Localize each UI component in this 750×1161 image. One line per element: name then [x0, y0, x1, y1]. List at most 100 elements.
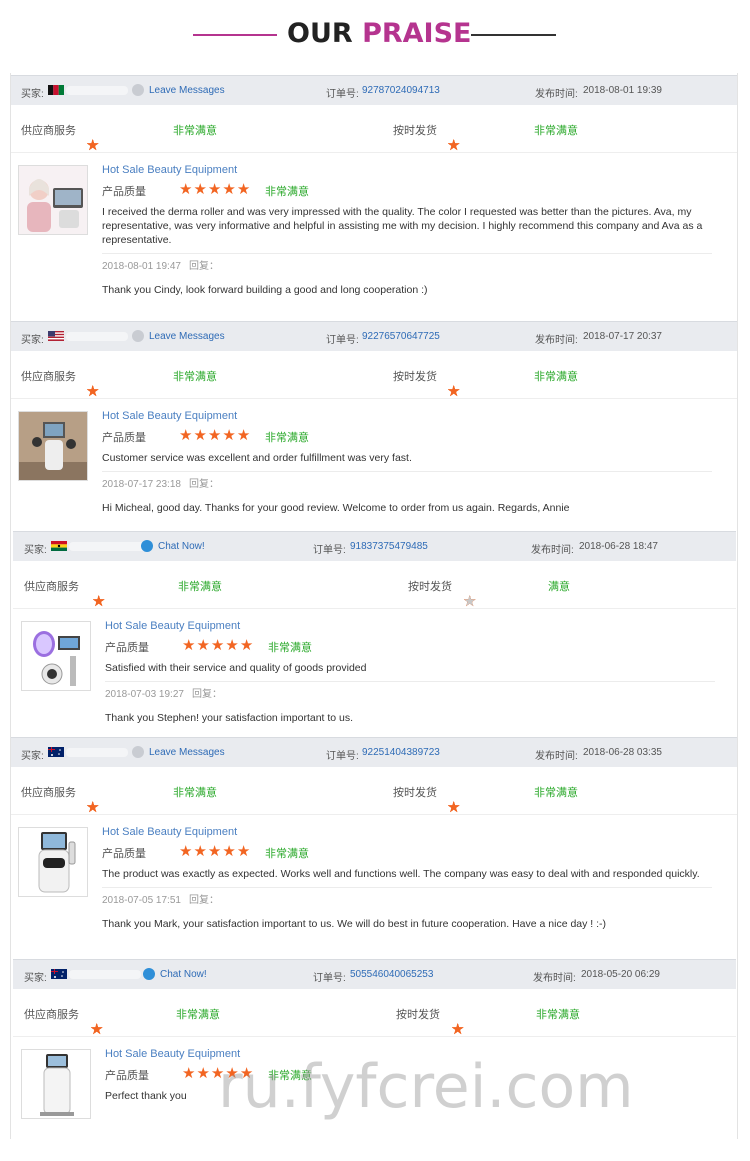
product-image-tower-machine-icon: [22, 1050, 90, 1118]
supplier-rating-text: 非常满意: [173, 371, 217, 383]
review-comment: The product was exactly as expected. Wor…: [102, 868, 700, 880]
star-filled-icon: ★: [182, 1065, 197, 1082]
leave-messages-link[interactable]: Leave Messages: [149, 85, 225, 96]
review-content: Hot Sale Beauty Equipment 产品质量 ★★★★★ 非常满…: [102, 163, 712, 297]
delivery-rating-text: 非常满意: [534, 125, 578, 137]
quality-rating-stars: ★★★★★: [179, 843, 251, 860]
review-scores: 供应商服务 ★ ★ ★ ★ ★ 非常满意 按时发货 ★ ★ ★ ★ ★ 非常满意: [10, 767, 738, 816]
supplier-service-label: 供应商服务: [24, 581, 79, 593]
delivery-label: 按时发货: [393, 125, 437, 137]
review-content: Hot Sale Beauty Equipment 产品质量 ★★★★★ 非常满…: [102, 409, 712, 515]
product-thumbnail[interactable]: [18, 827, 88, 897]
buyer-label: 买家:: [24, 973, 47, 984]
buyer-name-masked: [69, 970, 141, 979]
divider: [102, 253, 712, 254]
message-icon[interactable]: [132, 84, 144, 96]
order-number-link[interactable]: 92276570647725: [362, 331, 440, 342]
ghana-flag-icon: [51, 541, 67, 551]
seller-reply: Thank you Stephen! your satisfaction imp…: [105, 712, 354, 724]
star-filled-icon: ★: [86, 799, 101, 816]
order-label: 订单号:: [326, 335, 359, 346]
banner-title-praise: PRAISE: [362, 18, 472, 49]
quality-row: 产品质量 ★★★★★ 非常满意: [102, 181, 712, 201]
seller-reply: Hi Micheal, good day. Thanks for your go…: [102, 502, 570, 514]
star-filled-icon: ★: [196, 1065, 211, 1082]
reply-meta: 2018-07-17 23:18 回复：: [102, 478, 712, 492]
supplier-service-label: 供应商服务: [21, 371, 76, 383]
buyer-label: 买家:: [24, 545, 47, 556]
published-time: 2018-06-28 18:47: [579, 541, 658, 552]
star-filled-icon: ★: [179, 843, 194, 860]
reply-time: 2018-07-03 19:27: [105, 689, 184, 700]
review-comment: I received the derma roller and was very…: [102, 206, 703, 246]
delivery-rating-text: 非常满意: [534, 787, 578, 799]
delivery-label: 按时发货: [408, 581, 452, 593]
message-icon[interactable]: [132, 746, 144, 758]
divider: [105, 681, 715, 682]
review-header: 买家: Leave Messages 订单号: 92251404389723 发…: [10, 737, 738, 767]
star-filled-icon: ★: [225, 637, 240, 654]
message-icon[interactable]: [132, 330, 144, 342]
order-label: 订单号:: [326, 751, 359, 762]
star-filled-icon: ★: [447, 137, 462, 154]
buyer-label: 买家:: [21, 751, 44, 762]
quality-rating-text: 非常满意: [265, 848, 309, 860]
published-time: 2018-07-17 20:37: [583, 331, 662, 342]
order-number-link[interactable]: 505546040065253: [350, 969, 433, 980]
buyer-name-masked: [66, 748, 128, 757]
banner-right-line: [471, 34, 556, 36]
reply-meta: 2018-07-05 17:51 回复：: [102, 894, 712, 908]
order-label: 订单号:: [313, 973, 346, 984]
chat-icon[interactable]: [141, 540, 153, 552]
leave-messages-link[interactable]: Leave Messages: [149, 747, 225, 758]
delivery-label: 按时发货: [396, 1009, 440, 1021]
review-header: 买家: Leave Messages 订单号: 92787024094713 发…: [10, 75, 738, 105]
leave-messages-link[interactable]: Leave Messages: [149, 331, 225, 342]
star-filled-icon: ★: [207, 843, 223, 860]
supplier-rating-text: 非常满意: [176, 1009, 220, 1021]
published-label: 发布时间:: [535, 89, 578, 100]
star-filled-icon: ★: [207, 181, 223, 198]
published-time: 2018-05-20 06:29: [581, 969, 660, 980]
product-thumbnail[interactable]: [21, 621, 91, 691]
star-filled-icon: ★: [447, 799, 462, 816]
star-filled-icon: ★: [210, 637, 226, 654]
star-filled-icon: ★: [236, 427, 252, 444]
product-title-link[interactable]: Hot Sale Beauty Equipment: [105, 619, 715, 633]
order-label: 订单号:: [326, 89, 359, 100]
product-image-machine-icon: [19, 412, 87, 480]
reply-time: 2018-07-17 23:18: [102, 479, 181, 490]
star-empty-icon: ★: [463, 593, 478, 610]
chat-now-link[interactable]: Chat Now!: [158, 541, 205, 552]
star-filled-icon: ★: [222, 427, 237, 444]
order-number-link[interactable]: 92787024094713: [362, 85, 440, 96]
delivery-rating-text: 满意: [548, 581, 570, 593]
reply-label: 回复：: [188, 261, 219, 272]
buyer-name-masked: [66, 332, 128, 341]
product-title-link[interactable]: Hot Sale Beauty Equipment: [102, 163, 712, 177]
product-thumbnail[interactable]: [18, 411, 88, 481]
chat-icon[interactable]: [143, 968, 155, 980]
chat-now-link[interactable]: Chat Now!: [160, 969, 207, 980]
published-label: 发布时间:: [531, 545, 574, 556]
product-title-link[interactable]: Hot Sale Beauty Equipment: [102, 825, 712, 839]
order-number-link[interactable]: 92251404389723: [362, 747, 440, 758]
quality-rating-stars: ★★★★★: [179, 181, 251, 198]
star-filled-icon: ★: [86, 137, 101, 154]
order-label: 订单号:: [313, 545, 346, 556]
product-thumbnail[interactable]: [18, 165, 88, 235]
supplier-rating-text: 非常满意: [178, 581, 222, 593]
supplier-service-label: 供应商服务: [24, 1009, 79, 1021]
product-title-link[interactable]: Hot Sale Beauty Equipment: [102, 409, 712, 423]
banner-left-line: [193, 34, 277, 36]
star-filled-icon: ★: [92, 593, 107, 610]
product-thumbnail[interactable]: [21, 1049, 91, 1119]
order-number-link[interactable]: 91837375479485: [350, 541, 428, 552]
reply-time: 2018-08-01 19:47: [102, 261, 181, 272]
published-time: 2018-06-28 03:35: [583, 747, 662, 758]
supplier-rating-text: 非常满意: [173, 125, 217, 137]
buyer-name-masked: [69, 542, 147, 551]
review-card: 买家: Leave Messages 订单号: 92251404389723 发…: [10, 737, 738, 954]
star-filled-icon: ★: [196, 637, 211, 654]
star-filled-icon: ★: [90, 1021, 105, 1038]
